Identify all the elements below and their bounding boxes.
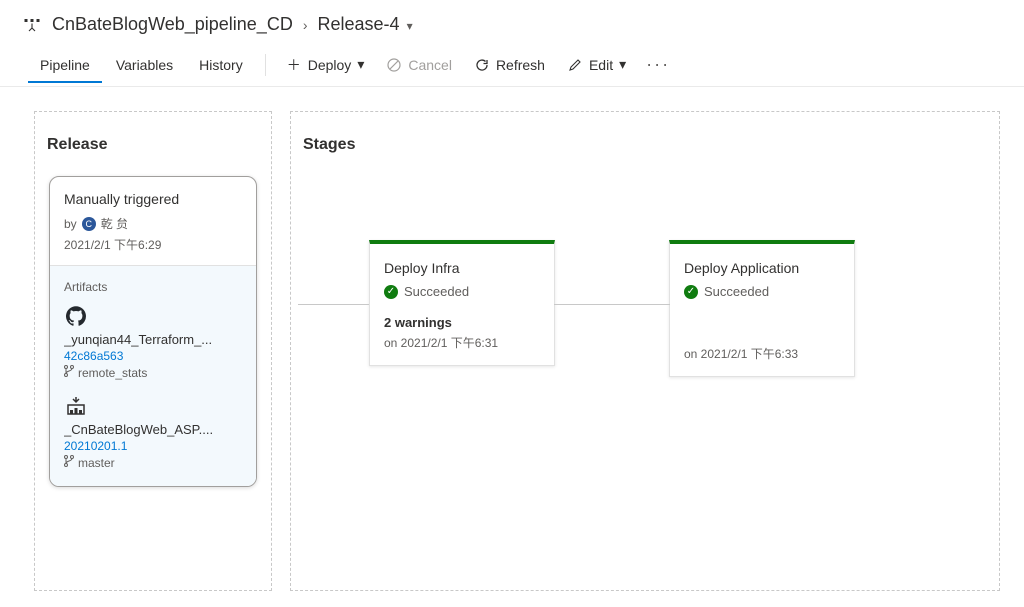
stage-row: Deploy Infra ✓ Succeeded 2 warnings on 2… [299, 176, 991, 377]
artifact-name: _yunqian44_Terraform_... [64, 332, 242, 347]
stage-status: ✓ Succeeded [384, 284, 540, 299]
stage-card-app[interactable]: Deploy Application ✓ Succeeded on 2021/2… [669, 240, 855, 377]
artifact-branch: master [64, 455, 242, 470]
release-trigger-section: Manually triggered by C 乾 贠 2021/2/1 下午6… [50, 177, 256, 265]
stage-name: Deploy Application [684, 260, 840, 276]
deploy-label: Deploy [308, 57, 352, 73]
cancel-icon [386, 57, 402, 73]
branch-label: remote_stats [78, 366, 147, 380]
cancel-button: Cancel [376, 51, 462, 79]
artifact-version[interactable]: 20210201.1 [64, 439, 242, 453]
panel-title-stages: Stages [303, 136, 991, 154]
breadcrumb: CnBateBlogWeb_pipeline_CD › Release-4 ▾ [0, 0, 1024, 43]
azure-build-icon [64, 394, 88, 418]
artifacts-section: Artifacts _yunqian44_Terraform_... 42c86… [50, 265, 256, 486]
refresh-label: Refresh [496, 57, 545, 73]
edit-icon [567, 57, 583, 73]
artifact-item[interactable]: _CnBateBlogWeb_ASP.... 20210201.1 master [64, 394, 242, 470]
more-button[interactable]: ··· [638, 50, 678, 79]
branch-icon [64, 455, 74, 470]
artifacts-header: Artifacts [64, 280, 242, 294]
divider [265, 54, 266, 76]
artifact-item[interactable]: _yunqian44_Terraform_... 42c86a563 remot… [64, 304, 242, 380]
refresh-button[interactable]: Refresh [464, 51, 555, 79]
stage-status-text: Succeeded [704, 284, 769, 299]
connector [298, 304, 369, 305]
breadcrumb-release[interactable]: Release-4 ▾ [318, 14, 413, 35]
stage-card-infra[interactable]: Deploy Infra ✓ Succeeded 2 warnings on 2… [369, 240, 555, 366]
stage-time: on 2021/2/1 下午6:33 [684, 345, 840, 362]
branch-icon [64, 365, 74, 380]
connector [554, 304, 670, 305]
stages-panel: Stages Deploy Infra ✓ Succeeded 2 warnin… [290, 111, 1000, 591]
spacer [684, 299, 840, 341]
artifact-name: _CnBateBlogWeb_ASP.... [64, 422, 242, 437]
main-area: Release Manually triggered by C 乾 贠 2021… [0, 87, 1024, 591]
breadcrumb-release-label: Release-4 [318, 14, 400, 34]
artifact-branch: remote_stats [64, 365, 242, 380]
stage-status: ✓ Succeeded [684, 284, 840, 299]
plus-icon: ＋ [286, 57, 302, 73]
stage-time: on 2021/2/1 下午6:31 [384, 334, 540, 351]
breadcrumb-separator: › [303, 17, 308, 33]
pipeline-icon [22, 15, 42, 35]
chevron-down-icon: ▾ [407, 19, 413, 33]
stage-warnings: 2 warnings [384, 315, 540, 330]
deploy-button[interactable]: ＋ Deploy ▾ [276, 50, 375, 79]
stage-status-text: Succeeded [404, 284, 469, 299]
breadcrumb-pipeline[interactable]: CnBateBlogWeb_pipeline_CD [52, 14, 293, 35]
by-label: by [64, 217, 77, 231]
release-card[interactable]: Manually triggered by C 乾 贠 2021/2/1 下午6… [49, 176, 257, 487]
tab-variables[interactable]: Variables [104, 47, 185, 83]
github-icon [64, 304, 88, 328]
refresh-icon [474, 57, 490, 73]
chevron-down-icon: ▾ [619, 56, 626, 73]
command-bar: Pipeline Variables History ＋ Deploy ▾ Ca… [0, 43, 1024, 87]
chevron-down-icon: ▾ [357, 56, 364, 73]
success-icon: ✓ [684, 285, 698, 299]
release-trigger: Manually triggered [64, 191, 242, 207]
success-icon: ✓ [384, 285, 398, 299]
tab-pipeline[interactable]: Pipeline [28, 47, 102, 83]
cancel-label: Cancel [408, 57, 452, 73]
branch-label: master [78, 456, 115, 470]
edit-label: Edit [589, 57, 613, 73]
release-byline: by C 乾 贠 [64, 215, 242, 232]
release-user: 乾 贠 [101, 215, 128, 232]
tab-history[interactable]: History [187, 47, 255, 83]
edit-button[interactable]: Edit ▾ [557, 50, 636, 79]
release-panel: Release Manually triggered by C 乾 贠 2021… [34, 111, 272, 591]
stage-name: Deploy Infra [384, 260, 540, 276]
avatar: C [82, 217, 96, 231]
release-time: 2021/2/1 下午6:29 [64, 236, 242, 253]
panel-title-release: Release [47, 136, 263, 154]
artifact-version[interactable]: 42c86a563 [64, 349, 242, 363]
